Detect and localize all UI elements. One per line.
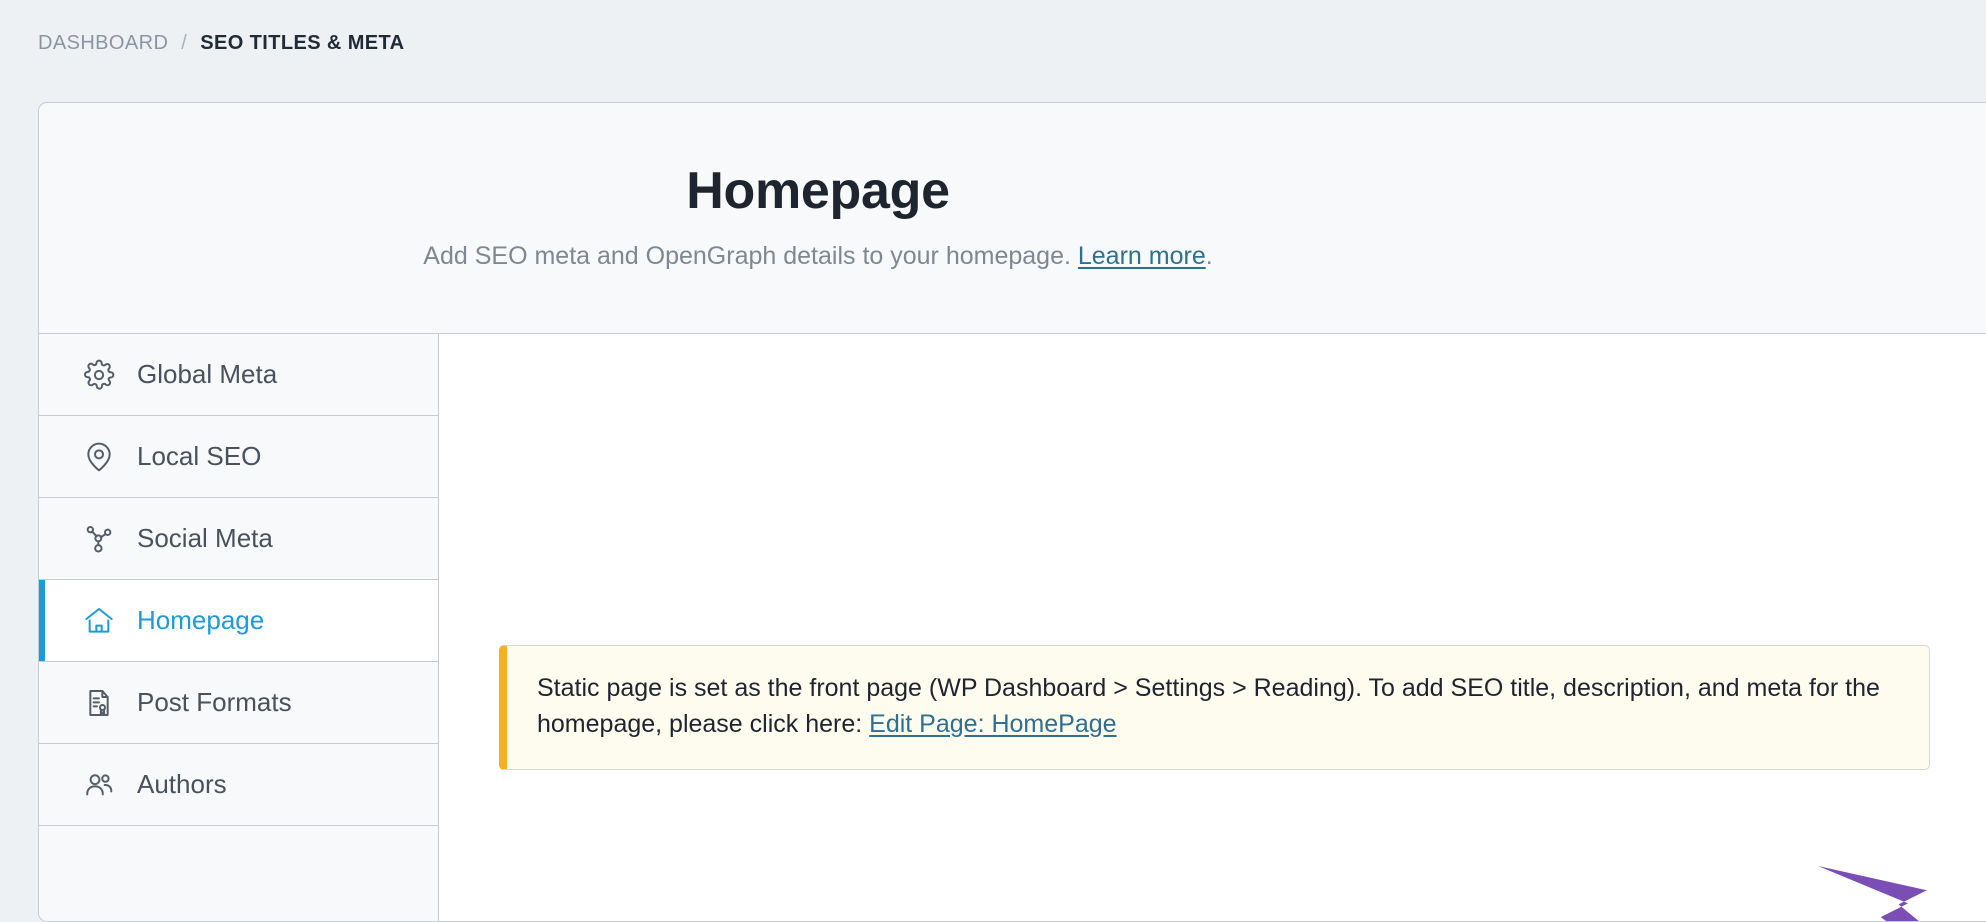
page-subtitle: Add SEO meta and OpenGraph details to yo…: [423, 240, 1212, 273]
breadcrumb-parent[interactable]: DASHBOARD: [38, 32, 168, 55]
sidebar-item-social-meta[interactable]: Social Meta: [39, 498, 438, 580]
breadcrumb-current: SEO TITLES & META: [200, 32, 405, 54]
sidebar-item-label: Homepage: [137, 605, 265, 635]
users-icon: [82, 768, 116, 802]
sidebar-item-local-seo[interactable]: Local SEO: [39, 416, 438, 498]
arrow-annotation-icon: [1809, 859, 1949, 921]
sidebar-item-label: Local SEO: [137, 441, 262, 471]
breadcrumb: DASHBOARD / SEO TITLES & META: [38, 32, 404, 55]
page-subtitle-period: .: [1205, 242, 1213, 271]
panel-header: Homepage Add SEO meta and OpenGraph deta…: [39, 103, 1986, 334]
edit-page-link[interactable]: Edit Page: HomePage: [869, 710, 1116, 738]
sidebar-item-label: Social Meta: [137, 523, 273, 553]
breadcrumb-separator: /: [181, 32, 188, 54]
sidebar-item-global-meta[interactable]: Global Meta: [39, 334, 438, 416]
sidebar-item-label: Authors: [137, 769, 227, 799]
panel-body: Global Meta Local SEO Social Meta Homepa…: [39, 334, 1986, 921]
notice-message: Static page is set as the front page (WP…: [537, 674, 1880, 739]
page-subtitle-text: Add SEO meta and OpenGraph details to yo…: [423, 242, 1078, 271]
learn-more-link[interactable]: Learn more: [1078, 242, 1206, 270]
settings-sidebar: Global Meta Local SEO Social Meta Homepa…: [39, 334, 439, 921]
home-icon: [82, 604, 116, 638]
sidebar-item-post-formats[interactable]: Post Formats: [39, 662, 438, 744]
notice-text: Static page is set as the front page (WP…: [537, 670, 1901, 743]
share-nodes-icon: [82, 522, 116, 556]
sidebar-item-label: Post Formats: [137, 687, 292, 717]
document-seal-icon: [82, 686, 116, 720]
settings-content: Static page is set as the front page (WP…: [439, 334, 1986, 921]
front-page-notice: Static page is set as the front page (WP…: [499, 645, 1930, 770]
sidebar-item-label: Global Meta: [137, 359, 278, 389]
sidebar-item-homepage[interactable]: Homepage: [39, 580, 438, 662]
gear-icon: [82, 358, 116, 392]
seo-settings-panel: Homepage Add SEO meta and OpenGraph deta…: [38, 102, 1986, 922]
map-pin-icon: [82, 440, 116, 474]
page-title: Homepage: [686, 162, 950, 221]
sidebar-item-authors[interactable]: Authors: [39, 744, 438, 826]
